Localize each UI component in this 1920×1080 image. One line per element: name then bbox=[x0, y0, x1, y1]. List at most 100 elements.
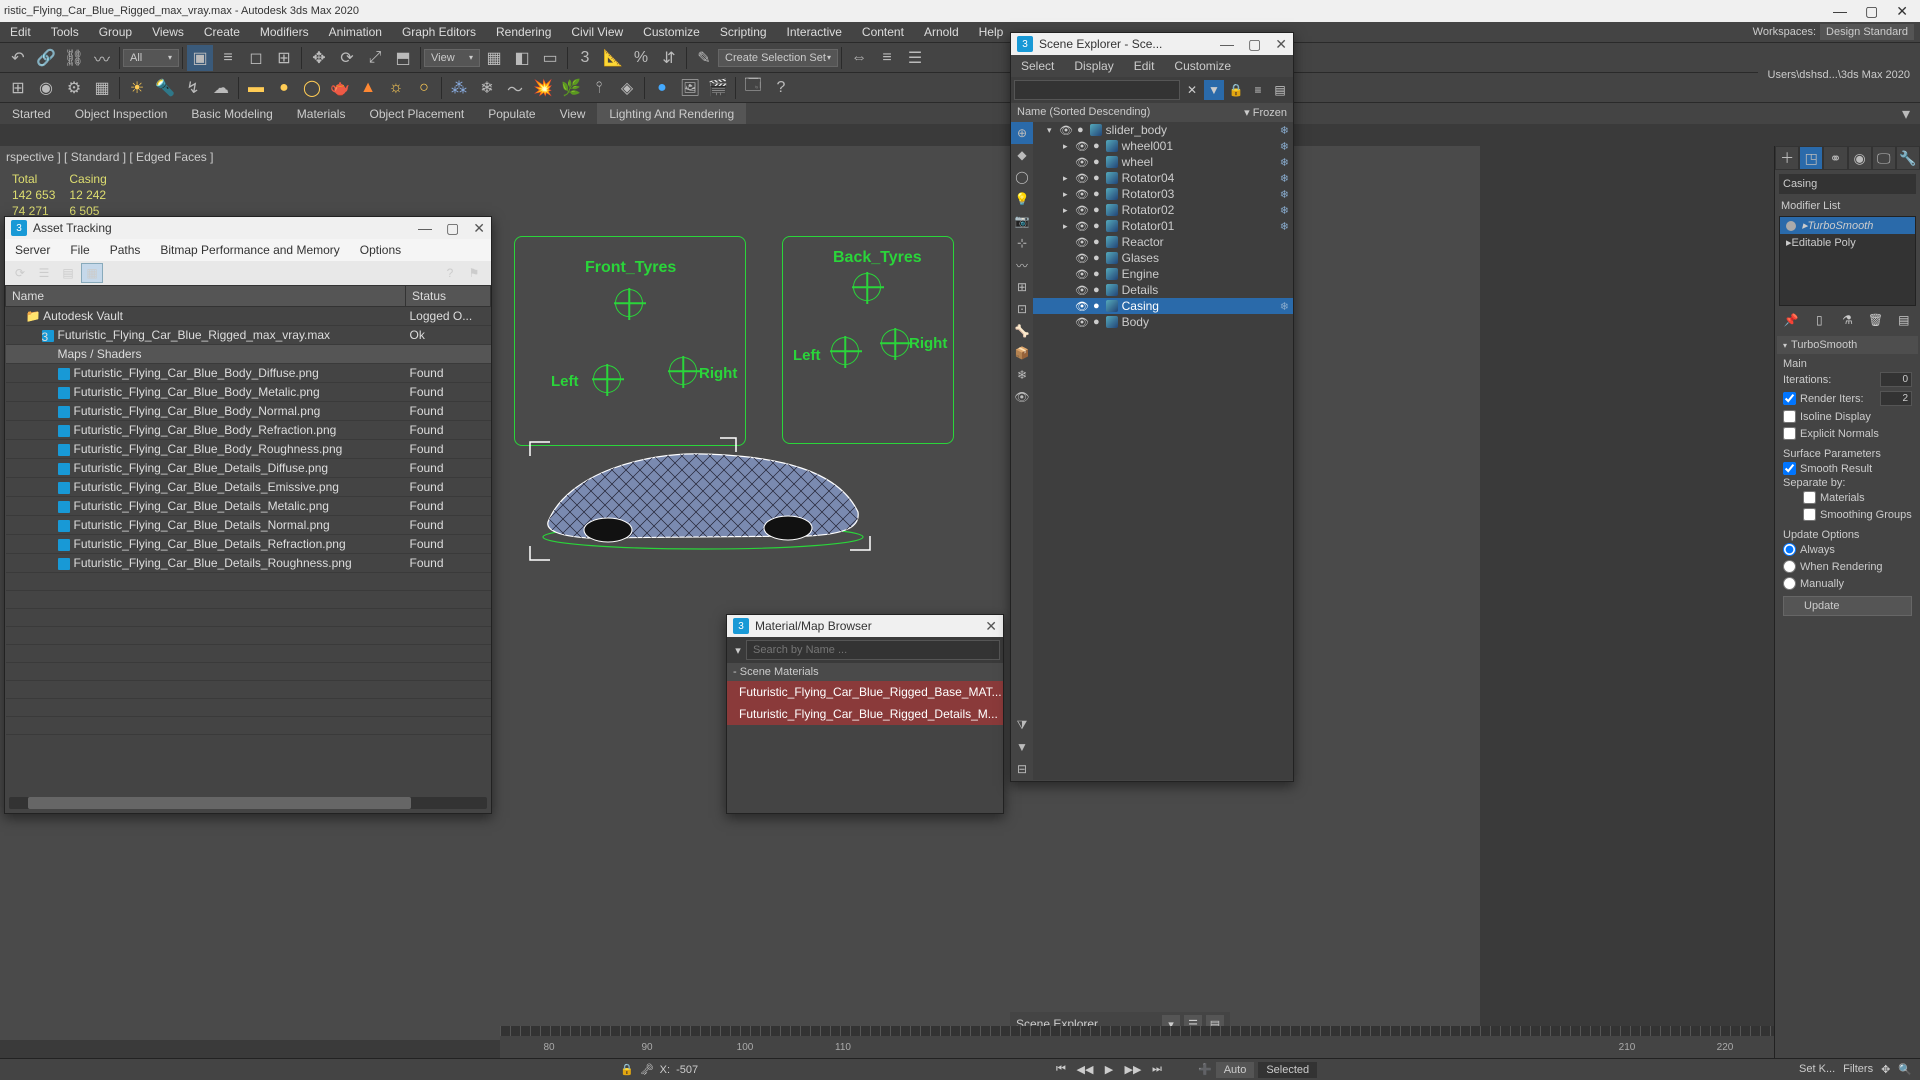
light-skylight-button[interactable]: ☁ bbox=[208, 75, 234, 101]
menu-edit[interactable]: Edit bbox=[0, 25, 41, 39]
render-setup-button[interactable]: ⚙ bbox=[61, 75, 87, 101]
explicit-checkbox[interactable] bbox=[1783, 427, 1796, 440]
named-selection-dropdown[interactable]: Create Selection Set bbox=[718, 49, 838, 67]
scene-explorer-titlebar[interactable]: 3 Scene Explorer - Sce... — ▢ ✕ bbox=[1011, 33, 1293, 55]
asset-row[interactable]: Futuristic_Flying_Car_Blue_Details_Emiss… bbox=[6, 478, 491, 497]
asset-row[interactable]: Futuristic_Flying_Car_Blue_Body_Diffuse.… bbox=[6, 364, 491, 383]
refcoord-dropdown[interactable]: View bbox=[424, 49, 480, 67]
nav-pan-icon[interactable]: ✥ bbox=[1881, 1063, 1890, 1076]
create-tab-icon[interactable]: ＋ bbox=[1775, 146, 1799, 170]
menu-customize[interactable]: Customize bbox=[633, 25, 710, 39]
nav-zoom-icon[interactable]: 🔍 bbox=[1898, 1063, 1912, 1076]
select-by-name-button[interactable]: ≡ bbox=[215, 45, 241, 71]
layers-button[interactable]: ☰ bbox=[902, 45, 928, 71]
scene-search-input[interactable] bbox=[1014, 80, 1180, 100]
scene-node-rotator01[interactable]: ▸👁●Rotator01❄ bbox=[1033, 218, 1293, 234]
menu-create[interactable]: Create bbox=[194, 25, 250, 39]
particle-snow-button[interactable]: ❄ bbox=[474, 75, 500, 101]
next-frame-button[interactable]: ▶▶ bbox=[1122, 1061, 1144, 1079]
curve-editor-button[interactable]: 🗔 bbox=[740, 75, 766, 101]
ribbon-tab-populate[interactable]: Populate bbox=[476, 103, 547, 124]
pin-stack-icon[interactable]: 📌 bbox=[1781, 310, 1801, 330]
redo-button[interactable]: 🔗 bbox=[33, 45, 59, 71]
help-button[interactable]: ? bbox=[768, 75, 794, 101]
selected-object-name[interactable]: Casing bbox=[1779, 174, 1916, 194]
scene-node-wheel[interactable]: 👁●wheel❄ bbox=[1033, 154, 1293, 170]
scene-menu-customize[interactable]: Customize bbox=[1164, 59, 1241, 73]
hierarchy-tab-icon[interactable]: ⚭ bbox=[1823, 146, 1847, 170]
scene-clear-search-button[interactable]: ✕ bbox=[1182, 80, 1202, 100]
filter-container-icon[interactable]: 📦 bbox=[1011, 342, 1033, 364]
asset-row[interactable]: Futuristic_Flying_Car_Blue_Body_Normal.p… bbox=[6, 402, 491, 421]
modifier-turbosmooth[interactable]: ▸ TurboSmooth bbox=[1780, 217, 1915, 234]
motion-tab-icon[interactable]: ◉ bbox=[1848, 146, 1872, 170]
scene-menu-display[interactable]: Display bbox=[1064, 59, 1123, 73]
foliage-button[interactable]: 🌿 bbox=[558, 75, 584, 101]
smooth-result-checkbox[interactable] bbox=[1783, 462, 1796, 475]
close-button[interactable]: ✕ bbox=[1896, 3, 1908, 20]
light-omni-button[interactable]: ☀ bbox=[124, 75, 150, 101]
utilities-tab-icon[interactable]: 🔧 bbox=[1896, 146, 1920, 170]
menu-rendering[interactable]: Rendering bbox=[486, 25, 561, 39]
update-always-radio[interactable] bbox=[1783, 543, 1796, 556]
scene-node-reactor[interactable]: 👁●Reactor bbox=[1033, 234, 1293, 250]
scene-menu-edit[interactable]: Edit bbox=[1124, 59, 1165, 73]
manipulate-button[interactable]: ◧ bbox=[509, 45, 535, 71]
scene-node-glases[interactable]: 👁●Glases bbox=[1033, 250, 1293, 266]
percent-snap-button[interactable]: % bbox=[628, 45, 654, 71]
ribbon-tab-started[interactable]: Started bbox=[0, 103, 63, 124]
scene-node-casing[interactable]: 👁●Casing❄ bbox=[1033, 298, 1293, 314]
x-value[interactable]: -507 bbox=[676, 1064, 698, 1076]
remove-modifier-icon[interactable]: 🗑 bbox=[1866, 310, 1886, 330]
asset-col-status[interactable]: Status bbox=[406, 286, 491, 307]
separate-groups-checkbox[interactable] bbox=[1803, 508, 1816, 521]
render-frame-button[interactable]: ▦ bbox=[89, 75, 115, 101]
geom-sphere-button[interactable]: ● bbox=[271, 75, 297, 101]
pivot-button[interactable]: ▦ bbox=[481, 45, 507, 71]
undo-button[interactable]: ↶ bbox=[5, 45, 31, 71]
asset-row-scene[interactable]: 3Futuristic_Flying_Car_Blue_Rigged_max_v… bbox=[6, 326, 491, 345]
dynamics-button[interactable]: 💥 bbox=[530, 75, 556, 101]
asset-row[interactable]: Futuristic_Flying_Car_Blue_Details_Metal… bbox=[6, 497, 491, 516]
material-dropdown-icon[interactable]: ▾ bbox=[730, 644, 746, 657]
ribbon-tab-placement[interactable]: Object Placement bbox=[357, 103, 476, 124]
asset-menu-paths[interactable]: Paths bbox=[100, 243, 151, 257]
asset-tree-button[interactable]: ☰ bbox=[33, 263, 55, 283]
placement-button[interactable]: ⬒ bbox=[390, 45, 416, 71]
material-search-input[interactable] bbox=[746, 640, 1000, 660]
back-left-gizmo[interactable] bbox=[831, 337, 859, 365]
geom-cylinder-button[interactable]: ◯ bbox=[299, 75, 325, 101]
keymode-toggle-icon[interactable]: 🗝 bbox=[640, 1063, 654, 1076]
edit-selection-button[interactable]: ✎ bbox=[691, 45, 717, 71]
filter-geometry-icon[interactable]: ◆ bbox=[1011, 144, 1033, 166]
filter-spacewarps-icon[interactable]: 〰 bbox=[1011, 254, 1033, 276]
goto-end-button[interactable]: ⏭ bbox=[1146, 1061, 1168, 1079]
key-filters-button[interactable]: Filters bbox=[1843, 1063, 1873, 1076]
iterations-spinner[interactable]: 0 bbox=[1880, 372, 1912, 387]
asset-scrollbar[interactable] bbox=[9, 797, 487, 809]
menu-content[interactable]: Content bbox=[852, 25, 914, 39]
filter-cameras-icon[interactable]: 📷 bbox=[1011, 210, 1033, 232]
asset-row[interactable]: Futuristic_Flying_Car_Blue_Details_Rough… bbox=[6, 554, 491, 573]
scene-node-rotator03[interactable]: ▸👁●Rotator03❄ bbox=[1033, 186, 1293, 202]
asset-list-button[interactable]: ▤ bbox=[57, 263, 79, 283]
scene-node-slider_body[interactable]: ▾👁●slider_body❄ bbox=[1033, 122, 1293, 138]
scene-menu-select[interactable]: Select bbox=[1011, 59, 1064, 73]
set-key-button[interactable]: Set K... bbox=[1799, 1063, 1835, 1076]
maximize-button[interactable]: ▢ bbox=[1865, 3, 1878, 20]
select-window-button[interactable]: ⊞ bbox=[271, 45, 297, 71]
asset-help-button[interactable]: ? bbox=[439, 263, 461, 283]
front-center-gizmo[interactable] bbox=[615, 289, 643, 317]
menu-interactive[interactable]: Interactive bbox=[777, 25, 852, 39]
align-button[interactable]: ≡ bbox=[874, 45, 900, 71]
asset-row[interactable]: Futuristic_Flying_Car_Blue_Details_Norma… bbox=[6, 516, 491, 535]
particle-spray-button[interactable]: ⁂ bbox=[446, 75, 472, 101]
ribbon-tab-inspection[interactable]: Object Inspection bbox=[63, 103, 180, 124]
asset-row[interactable]: Futuristic_Flying_Car_Blue_Body_Roughnes… bbox=[6, 440, 491, 459]
scene-close-button[interactable]: ✕ bbox=[1275, 36, 1287, 53]
geom-cone-button[interactable]: ▲ bbox=[355, 75, 381, 101]
asset-options-button[interactable]: ⚑ bbox=[463, 263, 485, 283]
ribbon-dropdown[interactable]: ▾ bbox=[1893, 101, 1919, 127]
hair-button[interactable]: ⫯ bbox=[586, 75, 612, 101]
render-activeshade-button[interactable]: 🎬 bbox=[705, 75, 731, 101]
